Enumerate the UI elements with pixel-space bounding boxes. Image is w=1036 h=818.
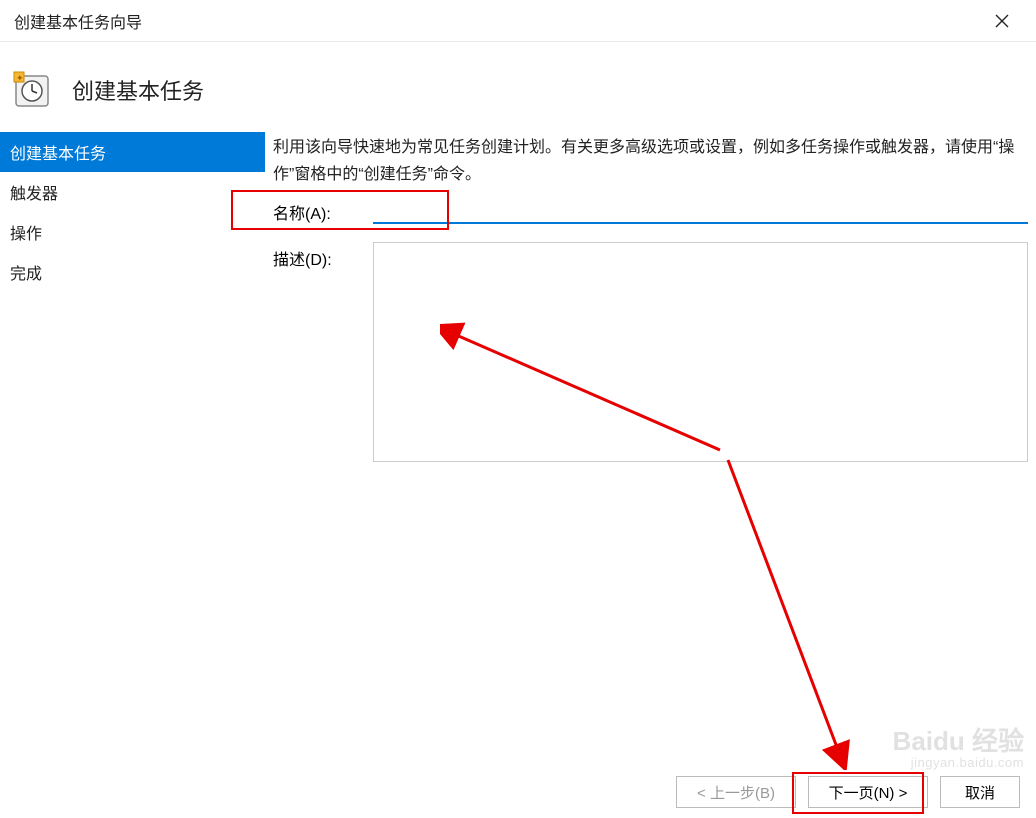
description-row: 描述(D): [273,242,1028,462]
close-icon [995,14,1009,28]
task-name-input[interactable] [373,196,1028,224]
description-label: 描述(D): [273,242,373,270]
sidebar-step-action[interactable]: 操作 [0,212,265,252]
close-button[interactable] [982,1,1022,41]
name-label: 名称(A): [273,196,373,224]
task-description-input[interactable] [373,242,1028,462]
intro-text: 利用该向导快速地为常见任务创建计划。有关更多高级选项或设置，例如多任务操作或触发… [273,134,1028,188]
name-row: 名称(A): [273,196,1028,224]
cancel-button[interactable]: 取消 [940,776,1020,808]
wizard-footer: < 上一步(B) 下一页(N) > 取消 [0,766,1036,818]
watermark-brand: Baidu 经验 [893,727,1024,756]
wizard-steps-sidebar: 创建基本任务 触发器 操作 完成 [0,132,265,522]
sidebar-step-trigger[interactable]: 触发器 [0,172,265,212]
sidebar-step-finish[interactable]: 完成 [0,252,265,292]
wizard-content: 利用该向导快速地为常见任务创建计划。有关更多高级选项或设置，例如多任务操作或触发… [265,132,1036,522]
watermark: Baidu 经验 jingyan.baidu.com [893,727,1024,770]
svg-text:✦: ✦ [16,73,24,83]
title-bar: 创建基本任务向导 [0,0,1036,42]
page-title: 创建基本任务 [72,74,204,106]
next-button[interactable]: 下一页(N) > [808,776,928,808]
wizard-clock-icon: ✦ [12,70,52,110]
back-button[interactable]: < 上一步(B) [676,776,796,808]
wizard-header: ✦ 创建基本任务 [0,42,1036,132]
window-title: 创建基本任务向导 [14,9,142,33]
sidebar-step-create-basic-task[interactable]: 创建基本任务 [0,132,265,172]
